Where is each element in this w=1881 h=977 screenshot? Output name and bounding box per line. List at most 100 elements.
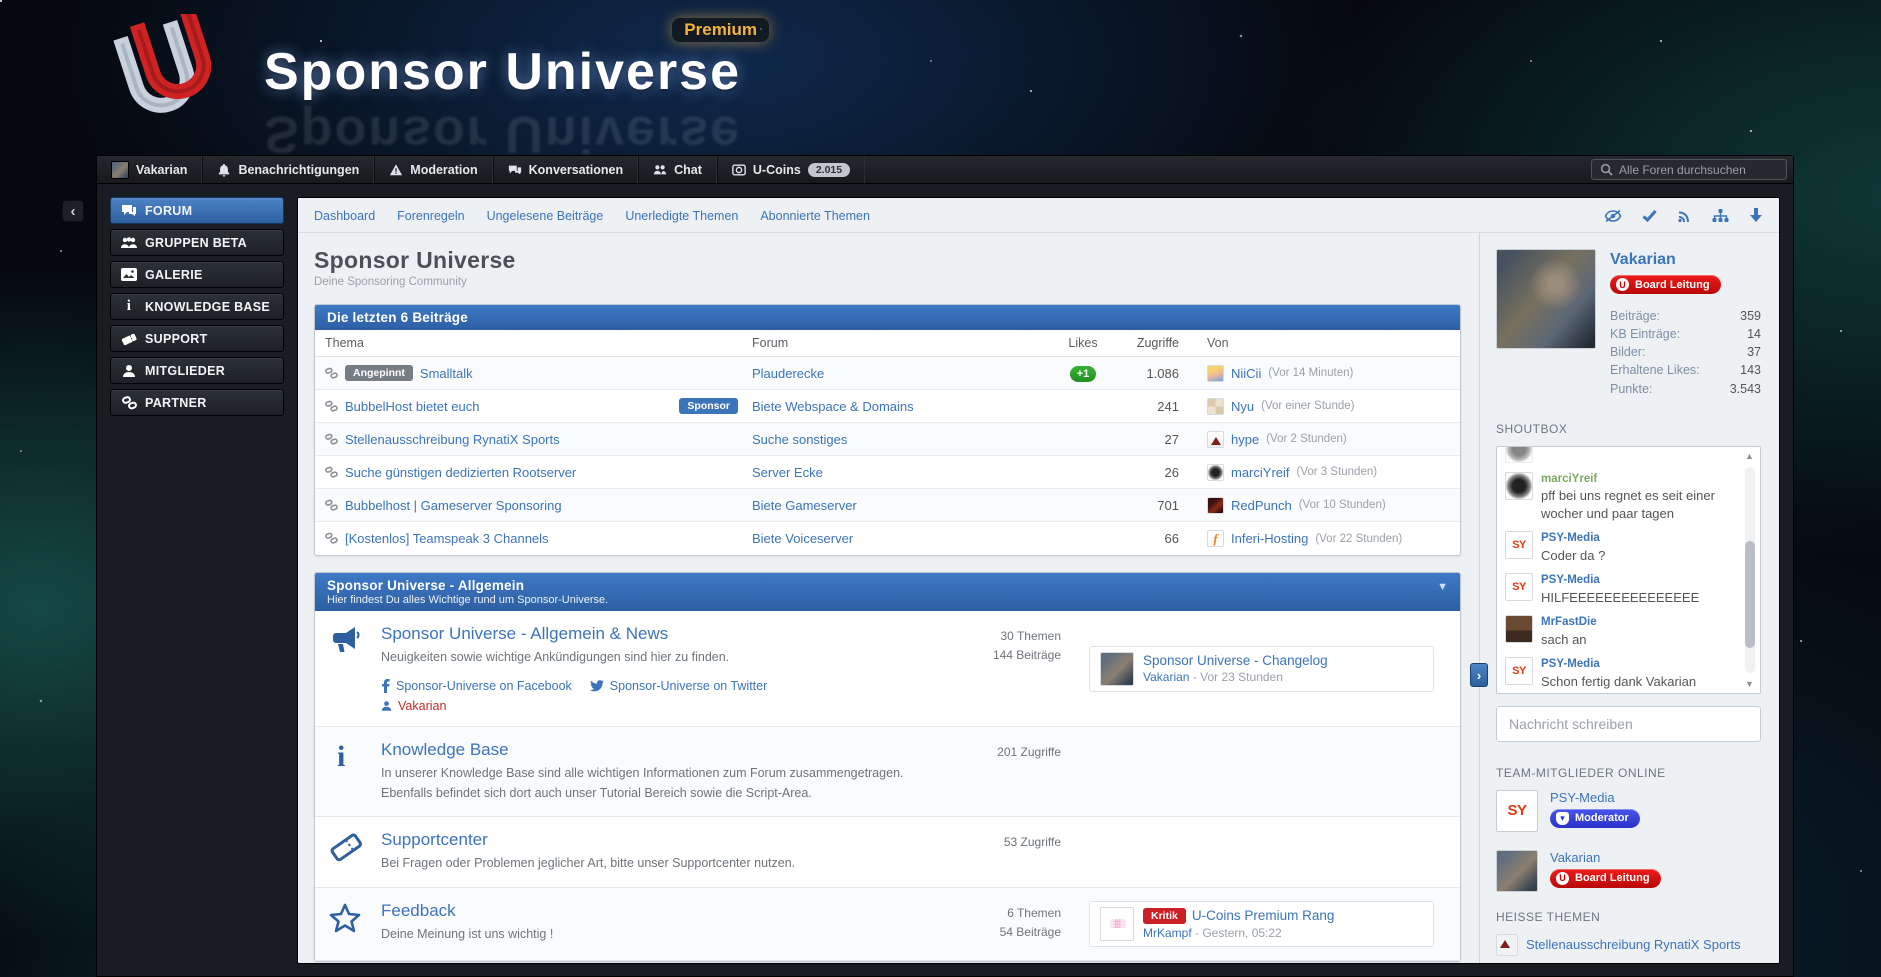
- breadcrumb-ungelesene[interactable]: Ungelesene Beiträge: [487, 209, 604, 223]
- scroll-up-icon[interactable]: ▲: [1745, 451, 1754, 461]
- facebook-link[interactable]: Sponsor-Universe on Facebook: [381, 679, 572, 693]
- shoutbox-user[interactable]: PSY-Media: [1541, 573, 1699, 589]
- latest-post-user[interactable]: MrKampf: [1143, 926, 1192, 940]
- chevron-down-icon[interactable]: ▼: [1437, 581, 1448, 593]
- moderator-user-link[interactable]: Vakarian: [381, 699, 446, 713]
- team-member-link[interactable]: PSY-Media: [1550, 790, 1640, 805]
- avatar[interactable]: SY: [1496, 790, 1538, 832]
- user-link[interactable]: Inferi-Hosting: [1231, 531, 1308, 546]
- user-link[interactable]: marciYreif: [1231, 465, 1290, 480]
- sidebar-item-mitglieder[interactable]: MITGLIEDER: [110, 357, 284, 384]
- sidebar-item-forum[interactable]: FORUM: [110, 197, 284, 224]
- forum-link[interactable]: Biete Webspace & Domains: [752, 399, 914, 414]
- breadcrumb-unerledigte[interactable]: Unerledigte Themen: [625, 209, 738, 223]
- views-count: 26: [1113, 465, 1185, 480]
- sidebar-item-partner[interactable]: PARTNER: [110, 389, 284, 416]
- nav-conversations-label: Konversationen: [529, 163, 623, 177]
- avatar[interactable]: [1100, 652, 1134, 686]
- brand-title[interactable]: Sponsor Universe: [264, 42, 741, 102]
- sidebar-item-knowledge-base[interactable]: i KNOWLEDGE BASE: [110, 293, 284, 320]
- profile-avatar[interactable]: [1496, 249, 1596, 349]
- avatar[interactable]: [1505, 472, 1533, 500]
- avatar[interactable]: [1207, 398, 1224, 415]
- collapse-left-button[interactable]: ‹: [62, 200, 84, 222]
- forum-link[interactable]: Plauderecke: [752, 366, 824, 381]
- forum-link[interactable]: Biete Voiceserver: [752, 531, 853, 546]
- shoutbox-scrollbar[interactable]: ▲ ▼: [1743, 451, 1757, 689]
- avatar[interactable]: SY: [1505, 573, 1533, 601]
- profile-name-link[interactable]: Vakarian: [1610, 251, 1761, 269]
- avatar[interactable]: SY: [1505, 531, 1533, 559]
- topic-link[interactable]: Suche günstigen dedizierten Rootserver: [345, 465, 576, 480]
- breadcrumb-abonnierte[interactable]: Abonnierte Themen: [760, 209, 870, 223]
- avatar[interactable]: [1207, 464, 1224, 481]
- link-icon: [325, 433, 338, 446]
- avatar[interactable]: SY: [1505, 657, 1533, 685]
- nav-ucoins[interactable]: U-Coins 2.015: [717, 156, 865, 183]
- shoutbox-user[interactable]: PSY-Media: [1541, 657, 1696, 673]
- topic-link[interactable]: BubbelHost bietet euch: [345, 399, 479, 414]
- hot-topic-link[interactable]: Stellenausschreibung RynatiX Sports: [1526, 937, 1741, 952]
- user-link[interactable]: NiiCii: [1231, 366, 1261, 381]
- nav-user[interactable]: Vakarian: [97, 156, 202, 183]
- forum-title-link[interactable]: Knowledge Base: [381, 740, 911, 760]
- nav-chat[interactable]: Chat: [638, 156, 717, 183]
- collapse-sidebar-button[interactable]: ›: [1470, 663, 1488, 687]
- latest-post-card: Sponsor Universe - Changelog Vakarian - …: [1089, 646, 1434, 692]
- sitemap-icon[interactable]: [1712, 209, 1729, 223]
- sidebar-item-support[interactable]: SUPPORT: [110, 325, 284, 352]
- link-chain-icon: [121, 395, 137, 411]
- shoutbox-user[interactable]: MrFastDie: [1541, 615, 1597, 631]
- avatar[interactable]: ░▒░: [1100, 907, 1134, 941]
- table-row: Bubbelhost | Gameserver Sponsoring Biete…: [315, 489, 1460, 522]
- shoutbox-user[interactable]: marciYreif: [1541, 472, 1734, 488]
- breadcrumb-forenregeln[interactable]: Forenregeln: [397, 209, 464, 223]
- avatar[interactable]: [1505, 615, 1533, 643]
- nav-moderation[interactable]: Moderation: [374, 156, 492, 183]
- rank-badge: U Board Leitung: [1550, 869, 1661, 888]
- forum-search[interactable]: Alle Foren durchsuchen: [1591, 159, 1787, 180]
- scroll-down-icon[interactable]: ▼: [1745, 679, 1754, 689]
- forum-title-link[interactable]: Supportcenter: [381, 830, 911, 850]
- check-icon[interactable]: [1642, 209, 1657, 222]
- sidebar-item-gruppen[interactable]: GRUPPEN BETA: [110, 229, 284, 256]
- shield-icon: ▾: [1556, 812, 1569, 825]
- avatar[interactable]: [1207, 431, 1224, 448]
- user-link[interactable]: Nyu: [1231, 399, 1254, 414]
- breadcrumb-dashboard[interactable]: Dashboard: [314, 209, 375, 223]
- latest-post-link[interactable]: Sponsor Universe - Changelog: [1143, 653, 1328, 668]
- topic-link[interactable]: [Kostenlos] Teamspeak 3 Channels: [345, 531, 549, 546]
- topic-link[interactable]: Stellenausschreibung RynatiX Sports: [345, 432, 560, 447]
- scroll-thumb[interactable]: [1745, 541, 1755, 648]
- forum-title-link[interactable]: Sponsor Universe - Allgemein & News: [381, 624, 911, 644]
- avatar[interactable]: [1207, 497, 1224, 514]
- forum-link[interactable]: Biete Gameserver: [752, 498, 857, 513]
- shoutbox-user[interactable]: PSY-Media: [1541, 531, 1605, 547]
- topic-link[interactable]: Smalltalk: [420, 366, 473, 381]
- brand-logo-icon[interactable]: [96, 14, 246, 144]
- megaphone-icon: [329, 624, 381, 713]
- user-link[interactable]: hype: [1231, 432, 1259, 447]
- twitter-link[interactable]: Sponsor-Universe on Twitter: [590, 679, 767, 693]
- avatar[interactable]: [1496, 934, 1518, 956]
- latest-post-user[interactable]: Vakarian: [1143, 670, 1189, 684]
- team-member-link[interactable]: Vakarian: [1550, 850, 1661, 865]
- nav-conversations[interactable]: Konversationen: [493, 156, 638, 183]
- latest-post-link[interactable]: U-Coins Premium Rang: [1192, 908, 1335, 923]
- warning-icon: [389, 163, 403, 177]
- topic-link[interactable]: Bubbelhost | Gameserver Sponsoring: [345, 498, 562, 513]
- avatar[interactable]: [1496, 850, 1538, 892]
- jump-down-icon[interactable]: [1749, 208, 1763, 223]
- forum-link[interactable]: Server Ecke: [752, 465, 823, 480]
- nav-notifications[interactable]: Benachrichtigungen: [202, 156, 374, 183]
- shoutbox-text: sach an: [1541, 631, 1597, 649]
- user-link[interactable]: RedPunch: [1231, 498, 1292, 513]
- eye-off-icon[interactable]: [1604, 209, 1622, 223]
- forum-link[interactable]: Suche sonstiges: [752, 432, 847, 447]
- shoutbox-input[interactable]: [1496, 706, 1761, 742]
- forum-title-link[interactable]: Feedback: [381, 901, 911, 921]
- avatar[interactable]: f: [1207, 530, 1224, 547]
- avatar[interactable]: [1207, 365, 1224, 382]
- rss-icon[interactable]: [1677, 209, 1692, 223]
- sidebar-item-galerie[interactable]: GALERIE: [110, 261, 284, 288]
